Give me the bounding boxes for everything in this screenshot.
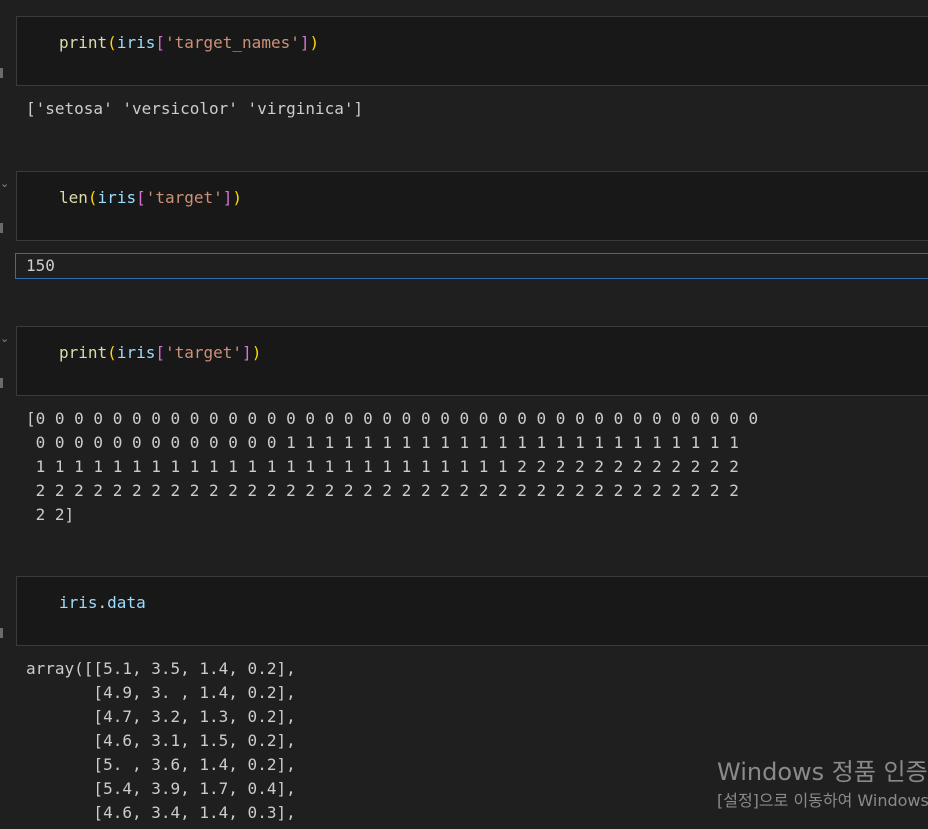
windows-activation-title: Windows 정품 인증	[717, 758, 928, 786]
code-string: 'target'	[164, 343, 243, 362]
code-variable: iris	[59, 593, 98, 612]
code-dot: .	[97, 593, 108, 612]
code-cell-2[interactable]: len(iris['target'])	[16, 171, 928, 241]
code-string: 'target'	[145, 188, 223, 207]
code-bracket: ]	[222, 188, 233, 207]
code-paren: (	[87, 188, 98, 207]
cell-gutter-marker[interactable]	[0, 68, 3, 78]
cell-gutter-marker[interactable]	[0, 223, 3, 233]
code-variable: iris	[116, 343, 156, 362]
code-string: 'target_names'	[164, 33, 300, 52]
code-bracket: [	[136, 188, 146, 207]
chevron-down-icon[interactable]: ⌄	[0, 333, 12, 345]
code-paren: )	[251, 343, 262, 362]
cell-output-1: ['setosa' 'versicolor' 'virginica']	[26, 99, 364, 118]
code-line[interactable]: len(iris['target'])	[59, 187, 242, 209]
cell-output-2-selected[interactable]: 150	[15, 253, 928, 279]
code-cell-3[interactable]: print(iris['target'])	[16, 326, 928, 396]
cell-gutter-marker[interactable]	[0, 628, 3, 638]
code-line[interactable]: print(iris['target_names'])	[59, 32, 319, 54]
code-cell-1[interactable]: print(iris['target_names'])	[16, 16, 928, 86]
code-cell-4[interactable]: iris.data	[16, 576, 928, 646]
code-function: len	[59, 188, 88, 207]
code-paren: (	[107, 343, 117, 362]
cell-output-2: 150	[26, 256, 55, 275]
code-attribute: data	[107, 593, 146, 612]
code-function: print	[59, 343, 108, 362]
code-paren: )	[232, 188, 243, 207]
code-line[interactable]: iris.data	[59, 592, 146, 614]
cell-output-4: array([[5.1, 3.5, 1.4, 0.2], [4.9, 3. , …	[26, 659, 296, 829]
code-paren: (	[107, 33, 117, 52]
windows-activation-subtitle: [설정]으로 이동하여 Windows를 정품 인증합니다.	[717, 791, 928, 810]
cell-output-3: [0 0 0 0 0 0 0 0 0 0 0 0 0 0 0 0 0 0 0 0…	[26, 409, 759, 524]
cell-gutter-marker[interactable]	[0, 378, 3, 388]
code-bracket: ]	[242, 343, 252, 362]
code-paren: )	[309, 33, 320, 52]
code-bracket: [	[155, 343, 165, 362]
code-line[interactable]: print(iris['target'])	[59, 342, 261, 364]
code-bracket: [	[155, 33, 165, 52]
code-variable: iris	[97, 188, 137, 207]
chevron-down-icon[interactable]: ⌄	[0, 178, 12, 190]
code-variable: iris	[116, 33, 156, 52]
code-function: print	[59, 33, 108, 52]
